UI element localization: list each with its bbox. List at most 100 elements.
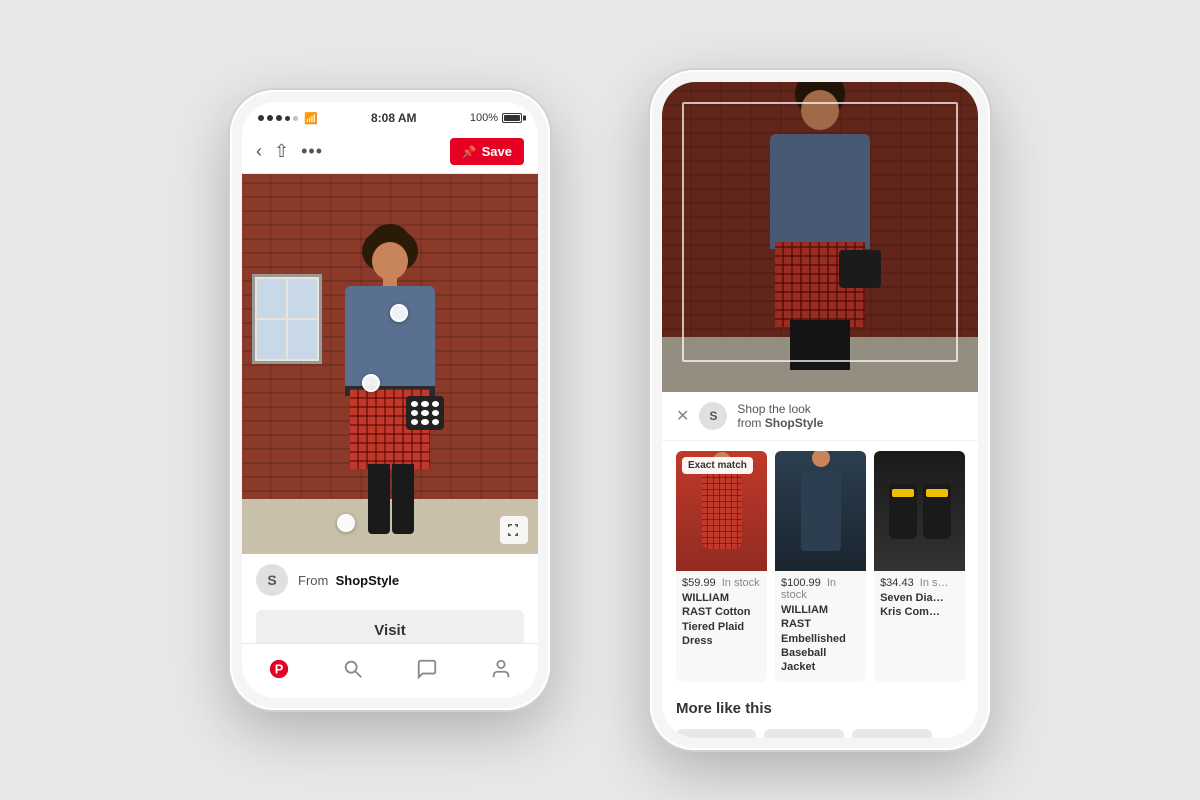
jacket-model-head: [812, 451, 830, 467]
scene-left: [242, 174, 538, 554]
right-phone-screen: ✕ S Shop the look from ShopStyle: [662, 82, 978, 738]
nav-search[interactable]: [333, 654, 373, 684]
battery-icon: [502, 113, 522, 123]
person-leg-right: [392, 464, 414, 534]
signal-dots: 📶: [258, 112, 318, 125]
battery-area: 100%: [470, 112, 522, 124]
more-item-2[interactable]: [764, 729, 844, 738]
from-label: From: [298, 573, 328, 588]
nav-bar-left: ‹ ⇧ ••• 📌 Save: [242, 130, 538, 174]
more-like-this-label: More like this: [662, 692, 978, 721]
wifi-icon: 📶: [304, 112, 318, 125]
bag-dot: [432, 410, 439, 416]
nav-chat[interactable]: [407, 654, 447, 684]
window-pane-2: [288, 279, 317, 318]
pin-icon: 📌: [462, 145, 477, 159]
main-image-left: [242, 174, 538, 554]
window-inner: [255, 277, 319, 361]
more-button[interactable]: •••: [301, 141, 323, 162]
signal-dot-1: [258, 115, 264, 121]
status-time: 8:08 AM: [371, 111, 417, 125]
shop-the-look-label: Shop the look: [737, 402, 823, 416]
product-info-jacket: $100.99 In stock WILLIAM RAST Embellishe…: [775, 571, 866, 682]
shop-title-text: Shop the look from ShopStyle: [737, 402, 823, 430]
more-item-1[interactable]: [676, 729, 756, 738]
product-info-dress: $59.99 In stock WILLIAM RAST Cotton Tier…: [676, 571, 767, 656]
product-price-status-3: $34.43 In s…: [880, 577, 959, 589]
hotspot-boots[interactable]: [337, 514, 355, 532]
product-status-1: In stock: [722, 577, 760, 589]
right-main-image: [662, 82, 978, 392]
person-head: [372, 242, 408, 280]
product-name-2: WILLIAM RAST Embellished Baseball Jacket: [781, 603, 860, 674]
product-price-status-2: $100.99 In stock: [781, 577, 860, 601]
product-name-1: WILLIAM RAST Cotton Tiered Plaid Dress: [682, 591, 761, 648]
person-jacket: [345, 286, 435, 396]
svg-text:P: P: [275, 662, 284, 677]
product-card-dress[interactable]: Exact match $59.99 In stock WILLIAM RAST…: [676, 451, 767, 682]
bag-dot: [411, 419, 418, 425]
shop-avatar: S: [699, 402, 727, 430]
bag-dot: [421, 410, 428, 416]
product-status-3: In s…: [920, 577, 949, 589]
shop-panel: ✕ S Shop the look from ShopStyle: [662, 392, 978, 441]
shop-from-text: from ShopStyle: [737, 416, 823, 430]
brand-name: ShopStyle: [336, 573, 400, 588]
boot-right: [923, 484, 951, 539]
signal-dot-5: [293, 116, 298, 121]
dress-model-body: [702, 474, 742, 549]
bag-dot: [421, 419, 428, 425]
bag-dots: [406, 396, 444, 430]
phone-right: ✕ S Shop the look from ShopStyle: [650, 70, 990, 750]
back-button[interactable]: ‹: [256, 141, 262, 162]
nav-home[interactable]: P: [259, 654, 299, 684]
source-text: From ShopStyle: [298, 573, 399, 588]
boot-left: [889, 484, 917, 539]
window-pane-1: [257, 279, 286, 318]
bottom-nav: P: [242, 643, 538, 698]
product-card-jacket[interactable]: $100.99 In stock WILLIAM RAST Embellishe…: [775, 451, 866, 682]
expand-icon[interactable]: [500, 516, 528, 544]
signal-dot-3: [276, 115, 282, 121]
product-name-3: Seven Dia… Kris Com…: [880, 591, 959, 620]
product-price-2: $100.99: [781, 577, 821, 589]
window-pane-3: [257, 320, 286, 359]
product-price-status: $59.99 In stock: [682, 577, 761, 589]
more-item-3[interactable]: [852, 729, 932, 738]
signal-dot-4: [285, 116, 290, 121]
battery-percent: 100%: [470, 112, 498, 124]
source-row: S From ShopStyle: [242, 554, 538, 606]
product-price-3: $34.43: [880, 577, 914, 589]
bag-dot: [432, 401, 439, 407]
status-bar-left: 📶 8:08 AM 100%: [242, 102, 538, 130]
bag-dot: [421, 401, 428, 407]
bag-dot: [411, 410, 418, 416]
nav-profile[interactable]: [481, 654, 521, 684]
hotspot-jacket[interactable]: [390, 304, 408, 322]
hotspot-dress[interactable]: [362, 374, 380, 392]
selection-indicator: [682, 102, 958, 362]
boots-pair: [889, 484, 951, 539]
phones-container: 📶 8:08 AM 100% ‹ ⇧ ••• 📌 Save: [150, 40, 1050, 760]
person-leg-left: [368, 464, 390, 534]
jacket-model-body: [801, 471, 841, 551]
sidewalk: [242, 499, 538, 554]
exact-match-badge: Exact match: [682, 457, 753, 474]
products-row: Exact match $59.99 In stock WILLIAM RAST…: [662, 441, 978, 692]
more-items-row: [662, 721, 978, 738]
left-phone-screen: 📶 8:08 AM 100% ‹ ⇧ ••• 📌 Save: [242, 102, 538, 698]
save-button[interactable]: 📌 Save: [450, 138, 524, 165]
bag-dot: [432, 419, 439, 425]
window-element: [252, 274, 322, 364]
close-button[interactable]: ✕: [676, 406, 689, 426]
product-card-boots[interactable]: $34.43 In s… Seven Dia… Kris Com…: [874, 451, 965, 682]
save-label: Save: [482, 144, 512, 159]
product-image-jacket: [775, 451, 866, 571]
battery-fill: [504, 115, 520, 121]
source-avatar: S: [256, 564, 288, 596]
product-price-1: $59.99: [682, 577, 716, 589]
window-pane-4: [288, 320, 317, 359]
share-button[interactable]: ⇧: [274, 141, 289, 162]
product-info-boots: $34.43 In s… Seven Dia… Kris Com…: [874, 571, 965, 628]
product-image-boots: [874, 451, 965, 571]
